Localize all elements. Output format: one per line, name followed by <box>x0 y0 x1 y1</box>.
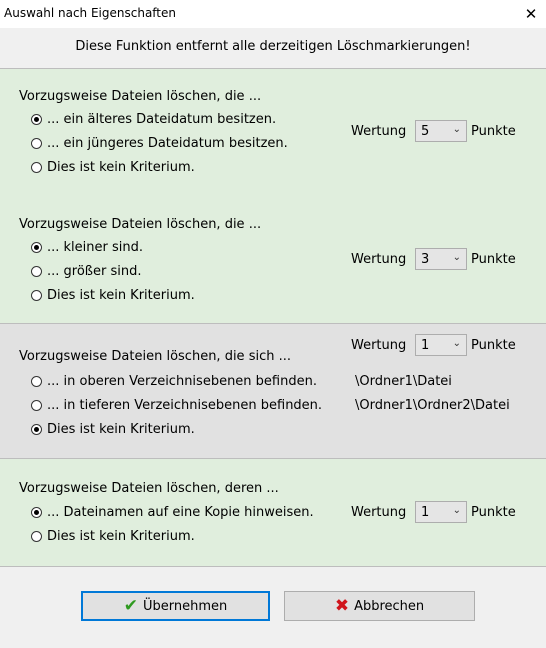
radio-button[interactable] <box>31 530 42 542</box>
filename-copy-criterion-section: Vorzugsweise Dateien löschen, deren ... … <box>0 459 546 567</box>
radio-larger[interactable]: ... größer sind. <box>31 262 141 280</box>
radio-younger-date[interactable]: ... ein jüngeres Dateidatum besitzen. <box>31 134 288 152</box>
radio-no-criterion[interactable]: Dies ist kein Kriterium. <box>31 158 195 176</box>
radio-button[interactable] <box>31 375 42 387</box>
cancel-button-label: Abbrechen <box>354 598 425 614</box>
radio-older-date[interactable]: ... ein älteres Dateidatum besitzen. <box>31 110 276 128</box>
punkte-label: Punkte <box>471 252 516 267</box>
radio-button[interactable] <box>31 399 42 411</box>
section-heading: Vorzugsweise Dateien löschen, die ... <box>19 89 262 104</box>
folder-level-criterion-section: Wertung 1 ⌄ Punkte Vorzugsweise Dateien … <box>0 324 546 459</box>
wertung-value: 1 <box>421 505 430 520</box>
cancel-button[interactable]: ✖ Abbrechen <box>284 591 475 621</box>
wertung-label: Wertung <box>351 124 407 139</box>
radio-label[interactable]: Dies ist kein Kriterium. <box>47 422 195 437</box>
apply-button[interactable]: ✔ Übernehmen <box>81 591 270 621</box>
radio-label[interactable]: ... ein älteres Dateidatum besitzen. <box>47 112 276 127</box>
punkte-label: Punkte <box>471 505 516 520</box>
radio-no-criterion[interactable]: Dies ist kein Kriterium. <box>31 420 195 438</box>
radio-button[interactable] <box>31 137 42 149</box>
punkte-label: Punkte <box>471 338 516 353</box>
date-criterion-section: Vorzugsweise Dateien löschen, die ... ..… <box>0 68 546 196</box>
radio-button[interactable] <box>31 241 42 253</box>
radio-upper-levels[interactable]: ... in oberen Verzeichnisebenen befinden… <box>31 372 317 390</box>
radio-button[interactable] <box>31 113 42 125</box>
radio-no-criterion[interactable]: Dies ist kein Kriterium. <box>31 527 195 545</box>
path-example-upper: \Ordner1\Datei <box>355 374 452 389</box>
radio-button[interactable] <box>31 161 42 173</box>
wertung-value: 3 <box>421 252 430 267</box>
radio-label[interactable]: Dies ist kein Kriterium. <box>47 529 195 544</box>
radio-button[interactable] <box>31 423 42 435</box>
radio-label[interactable]: ... Dateinamen auf eine Kopie hinweisen. <box>47 505 314 520</box>
wertung-value: 5 <box>421 124 430 139</box>
path-example-deeper: \Ordner1\Ordner2\Datei <box>355 398 510 413</box>
section-heading: Vorzugsweise Dateien löschen, deren ... <box>19 481 279 496</box>
wertung-label: Wertung <box>351 252 407 267</box>
cross-icon: ✖ <box>334 595 350 616</box>
chevron-down-icon: ⌄ <box>452 338 461 349</box>
radio-label[interactable]: Dies ist kein Kriterium. <box>47 288 195 303</box>
wertung-select[interactable]: 3 ⌄ <box>415 248 467 270</box>
radio-smaller[interactable]: ... kleiner sind. <box>31 238 143 256</box>
wertung-label: Wertung <box>351 505 407 520</box>
close-icon[interactable]: ✕ <box>516 0 546 28</box>
window-title: Auswahl nach Eigenschaften <box>4 6 177 20</box>
apply-button-label: Übernehmen <box>142 598 228 614</box>
radio-deeper-levels[interactable]: ... in tieferen Verzeichnisebenen befind… <box>31 396 322 414</box>
wertung-select[interactable]: 1 ⌄ <box>415 334 467 356</box>
title-bar: Auswahl nach Eigenschaften ✕ <box>0 0 546 28</box>
radio-label[interactable]: ... in tieferen Verzeichnisebenen befind… <box>47 398 322 413</box>
radio-button[interactable] <box>31 506 42 518</box>
radio-button[interactable] <box>31 265 42 277</box>
radio-copy-name[interactable]: ... Dateinamen auf eine Kopie hinweisen. <box>31 503 314 521</box>
section-heading: Vorzugsweise Dateien löschen, die sich .… <box>19 349 291 364</box>
radio-label[interactable]: Dies ist kein Kriterium. <box>47 160 195 175</box>
radio-label[interactable]: ... in oberen Verzeichnisebenen befinden… <box>47 374 317 389</box>
radio-button[interactable] <box>31 289 42 301</box>
radio-label[interactable]: ... ein jüngeres Dateidatum besitzen. <box>47 136 288 151</box>
wertung-select[interactable]: 5 ⌄ <box>415 120 467 142</box>
radio-label[interactable]: ... kleiner sind. <box>47 240 143 255</box>
radio-label[interactable]: ... größer sind. <box>47 264 141 279</box>
radio-no-criterion[interactable]: Dies ist kein Kriterium. <box>31 286 195 304</box>
chevron-down-icon: ⌄ <box>452 124 461 135</box>
chevron-down-icon: ⌄ <box>452 505 461 516</box>
wertung-value: 1 <box>421 338 430 353</box>
wertung-label: Wertung <box>351 338 407 353</box>
checkmark-icon: ✔ <box>123 595 138 616</box>
size-criterion-section: Vorzugsweise Dateien löschen, die ... ..… <box>0 195 546 324</box>
notice-text: Diese Funktion entfernt alle derzeitigen… <box>75 39 471 54</box>
punkte-label: Punkte <box>471 124 516 139</box>
chevron-down-icon: ⌄ <box>452 252 461 263</box>
section-heading: Vorzugsweise Dateien löschen, die ... <box>19 217 262 232</box>
wertung-select[interactable]: 1 ⌄ <box>415 501 467 523</box>
